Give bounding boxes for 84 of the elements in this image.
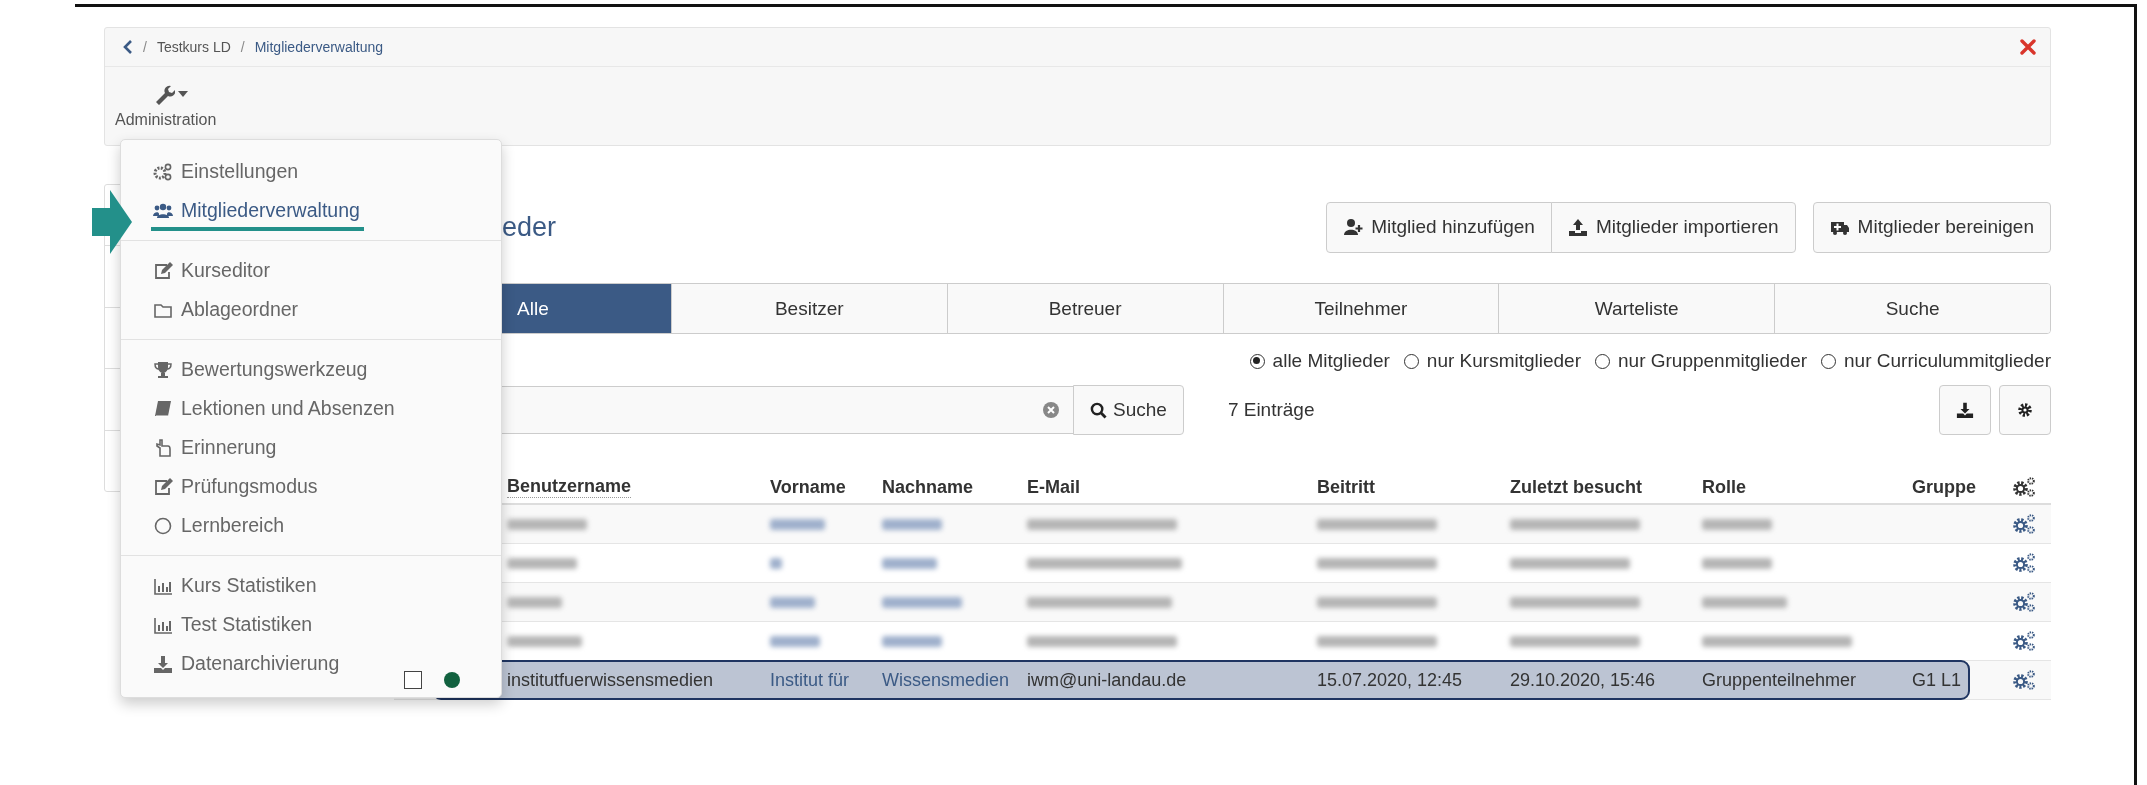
action-button[interactable]: Mitglieder importieren xyxy=(1550,201,1796,253)
gears-icon[interactable] xyxy=(2012,591,2036,613)
column-header[interactable]: Zuletzt besucht xyxy=(1500,476,1642,498)
download-icon xyxy=(1956,401,1974,419)
entry-count: 7 Einträge xyxy=(1227,399,1315,421)
trophy-icon xyxy=(153,359,173,380)
administration-button[interactable]: Administration xyxy=(115,83,217,129)
table-cell: iwm@uni-landau.de xyxy=(1027,669,1187,691)
blurred-text xyxy=(1702,557,1772,569)
filter-radio[interactable]: nur Gruppenmitglieder xyxy=(1595,350,1808,372)
blurred-text xyxy=(507,557,577,569)
circle-icon xyxy=(153,515,173,536)
column-header[interactable]: Beitritt xyxy=(1307,476,1375,498)
menu-item[interactable]: Test Statistiken xyxy=(121,605,501,644)
settings-icon xyxy=(2017,402,2033,418)
blurred-text xyxy=(507,596,562,608)
menu-item[interactable]: Mitgliederverwaltung xyxy=(121,191,501,230)
blurred-text xyxy=(770,596,815,608)
column-header[interactable]: Rolle xyxy=(1692,476,1746,498)
tab[interactable]: Warteliste xyxy=(1498,284,1775,333)
gears-icon[interactable] xyxy=(2012,513,2036,535)
hand-icon xyxy=(153,437,173,458)
breadcrumb-separator: / xyxy=(143,39,147,55)
user-plus-icon xyxy=(1343,217,1364,237)
tab[interactable]: Teilnehmer xyxy=(1222,284,1499,333)
blurred-text xyxy=(882,518,942,530)
clear-icon[interactable] xyxy=(1043,402,1059,418)
upload-icon xyxy=(1567,217,1588,237)
menu-item[interactable]: Bewertungswerkzeug xyxy=(121,350,501,389)
menu-item[interactable]: Lernbereich xyxy=(121,506,501,545)
gears-icon[interactable] xyxy=(2012,552,2036,574)
gears-icon xyxy=(153,161,173,182)
caret-icon xyxy=(178,91,189,97)
breadcrumb-separator: / xyxy=(240,39,245,55)
action-button[interactable]: Mitglieder bereinigen xyxy=(1812,201,2051,253)
column-header[interactable]: Gruppe xyxy=(1902,476,1976,498)
gears-icon[interactable] xyxy=(2012,630,2036,652)
table-cell: G1 L1 xyxy=(1912,669,1962,691)
gears-icon[interactable] xyxy=(2012,669,2036,691)
filter-radio[interactable]: alle Mitglieder xyxy=(1249,350,1390,372)
column-header[interactable]: Nachname xyxy=(872,476,974,498)
name-link[interactable]: Institut für xyxy=(770,669,850,691)
edit-icon xyxy=(153,260,173,281)
blurred-text xyxy=(770,635,820,647)
close-icon[interactable] xyxy=(2020,39,2036,55)
menu-item[interactable]: Lektionen und Absenzen xyxy=(121,389,501,428)
pointer-arrow xyxy=(92,190,132,254)
tab[interactable]: Betreuer xyxy=(946,284,1223,333)
page-title: eder xyxy=(502,211,557,243)
blurred-text xyxy=(882,635,942,647)
blurred-text xyxy=(770,518,825,530)
blurred-text xyxy=(770,557,782,569)
table-row[interactable]: institutfuerwissensmedien Institut für Wissensmedien iwm@uni-landau.de 15.07.2020, 12:45 29.10.2020, 15:46 Gruppenteilnehmer G1 L1 xyxy=(394,661,2051,700)
book-icon xyxy=(153,398,173,419)
row-checkbox[interactable] xyxy=(404,671,422,689)
name-link[interactable]: Wissensmedien xyxy=(882,669,1010,691)
search-icon xyxy=(1090,401,1107,419)
column-header[interactable]: Vorname xyxy=(760,476,846,498)
menu-item[interactable]: Erinnerung xyxy=(121,428,501,467)
edit-icon xyxy=(153,476,173,497)
settings-button[interactable] xyxy=(1999,385,2051,435)
download-icon xyxy=(153,653,173,674)
blurred-text xyxy=(882,557,937,569)
menu-item[interactable]: Einstellungen xyxy=(121,152,501,191)
table-cell: 29.10.2020, 15:46 xyxy=(1510,669,1656,691)
export-button[interactable] xyxy=(1939,385,1991,435)
menu-item[interactable]: Prüfungsmodus xyxy=(121,467,501,506)
table-cell: 15.07.2020, 12:45 xyxy=(1317,669,1463,691)
action-button[interactable]: Mitglied hinzufügen xyxy=(1326,201,1552,253)
search-button[interactable]: Suche xyxy=(1073,385,1184,435)
breadcrumb-link[interactable]: Testkurs LD xyxy=(156,39,231,55)
gears-icon[interactable] xyxy=(2012,476,2036,498)
blurred-text xyxy=(1702,518,1772,530)
filter-radio[interactable]: nur Kursmitglieder xyxy=(1403,350,1581,372)
column-header[interactable]: E-Mail xyxy=(1017,476,1080,498)
tab[interactable]: Suche xyxy=(1774,284,2050,333)
column-header[interactable]: Benutzername xyxy=(507,476,632,498)
table-cell: Gruppenteilnehmer xyxy=(1702,669,1857,691)
table-cell: institutfuerwissensmedien xyxy=(507,669,714,691)
back-icon[interactable] xyxy=(123,40,133,54)
tab[interactable]: Besitzer xyxy=(670,284,947,333)
breadcrumb-link[interactable]: Mitgliederverwaltung xyxy=(254,39,384,55)
menu-item[interactable]: Kurs Statistiken xyxy=(121,566,501,605)
filter-radio[interactable]: nur Curriculummitglieder xyxy=(1821,350,2051,372)
